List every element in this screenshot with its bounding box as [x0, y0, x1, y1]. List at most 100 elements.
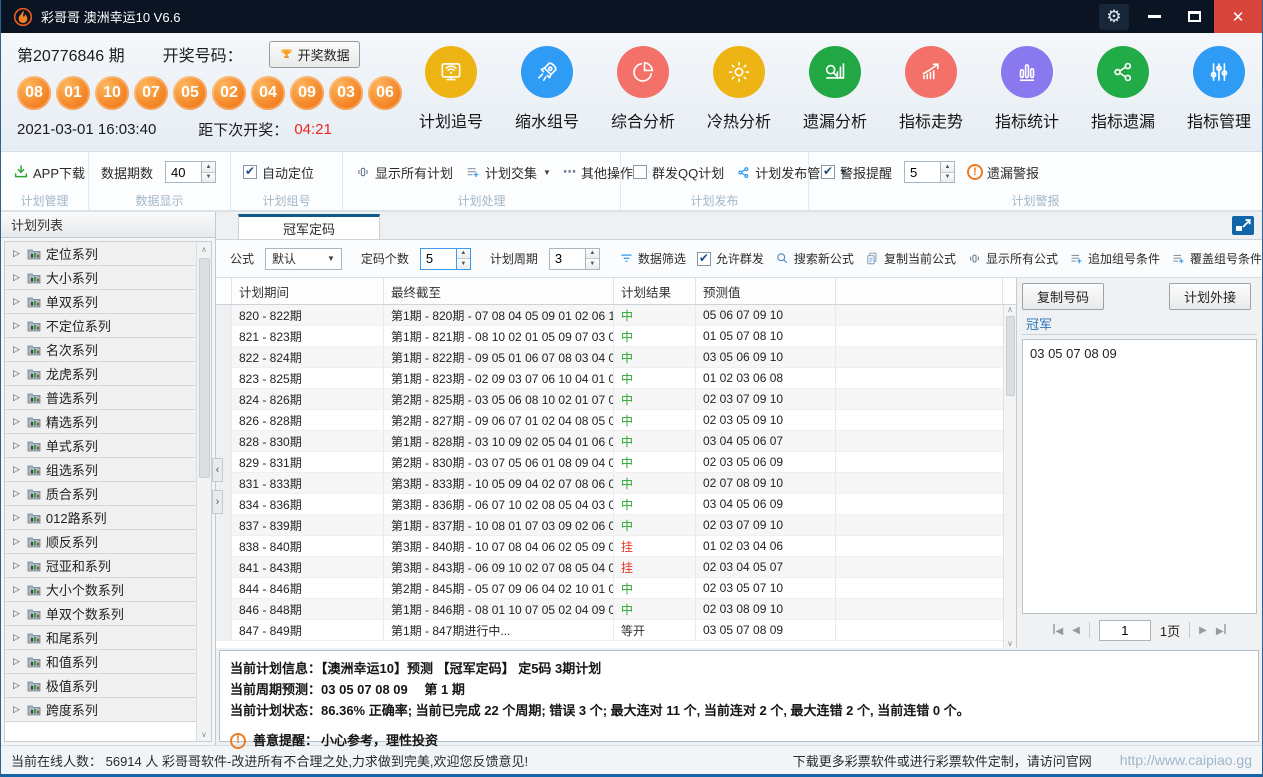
- sidebar-item[interactable]: ▷ 单双系列: [5, 290, 196, 314]
- stepper-down-icon[interactable]: ▼: [586, 259, 599, 269]
- alert-value-stepper[interactable]: ▲▼: [904, 161, 955, 183]
- maximize-button[interactable]: [1174, 0, 1214, 33]
- row-selector[interactable]: [216, 305, 232, 326]
- expand-arrow-icon[interactable]: ▷: [13, 344, 20, 355]
- code-count-input[interactable]: [420, 248, 456, 270]
- scroll-up-icon[interactable]: ∧: [201, 242, 207, 256]
- row-selector[interactable]: [216, 557, 232, 578]
- sidebar-item[interactable]: ▷ 顺反系列: [5, 530, 196, 554]
- table-row[interactable]: 829 - 831期 第2期 - 830期 - 03 07 05 06 01 0…: [216, 452, 1016, 473]
- override-condition-button[interactable]: 覆盖组号条件: [1171, 250, 1262, 267]
- sidebar-item[interactable]: ▷ 冠亚和系列: [5, 554, 196, 578]
- expand-arrow-icon[interactable]: ▷: [13, 560, 20, 571]
- table-scrollbar[interactable]: ∧ ∨: [1003, 305, 1016, 648]
- nav-indicator-missing[interactable]: 指标遗漏: [1075, 39, 1171, 151]
- row-selector[interactable]: [216, 599, 232, 620]
- sidebar-item[interactable]: ▷ 和值系列: [5, 650, 196, 674]
- stepper-up-icon[interactable]: ▲: [586, 249, 599, 260]
- sidebar-item[interactable]: ▷ 012路系列: [5, 506, 196, 530]
- expand-arrow-icon[interactable]: ▷: [13, 248, 20, 259]
- qq-broadcast-checkbox[interactable]: 群发QQ计划: [633, 163, 724, 182]
- expand-arrow-icon[interactable]: ▷: [13, 368, 20, 379]
- sidebar-item[interactable]: ▷ 组选系列: [5, 458, 196, 482]
- data-filter-button[interactable]: 数据筛选: [619, 250, 686, 267]
- row-selector[interactable]: [216, 347, 232, 368]
- plan-external-button[interactable]: 计划外接: [1169, 283, 1251, 310]
- sidebar-item[interactable]: ▷ 单双个数系列: [5, 602, 196, 626]
- expand-arrow-icon[interactable]: ▷: [13, 632, 20, 643]
- expand-arrow-icon[interactable]: ▷: [13, 536, 20, 547]
- nav-shrink-group[interactable]: 缩水组号: [499, 39, 595, 151]
- nav-plan-chase[interactable]: 计划追号: [403, 39, 499, 151]
- copy-numbers-button[interactable]: 复制号码: [1022, 283, 1104, 310]
- app-download-button[interactable]: APP下载: [13, 163, 85, 182]
- table-row[interactable]: 824 - 826期 第2期 - 825期 - 03 05 06 08 10 0…: [216, 389, 1016, 410]
- table-row[interactable]: 826 - 828期 第2期 - 827期 - 09 06 07 01 02 0…: [216, 410, 1016, 431]
- row-selector[interactable]: [216, 620, 232, 641]
- table-row[interactable]: 846 - 848期 第1期 - 846期 - 08 01 10 07 05 0…: [216, 599, 1016, 620]
- table-row[interactable]: 831 - 833期 第3期 - 833期 - 10 05 09 04 02 0…: [216, 473, 1016, 494]
- expand-arrow-icon[interactable]: ▷: [13, 464, 20, 475]
- expand-arrow-icon[interactable]: ▷: [13, 392, 20, 403]
- expand-arrow-icon[interactable]: ▷: [13, 320, 20, 331]
- expand-arrow-icon[interactable]: ▷: [13, 512, 20, 523]
- search-formula-button[interactable]: 搜索新公式: [775, 250, 854, 267]
- nav-hot-cold-analysis[interactable]: 冷热分析: [691, 39, 787, 151]
- missing-alert-button[interactable]: ! 遗漏警报: [967, 163, 1039, 182]
- col-final[interactable]: 最终截至: [384, 278, 614, 304]
- nav-missing-analysis[interactable]: 遗漏分析: [787, 39, 883, 151]
- table-row[interactable]: 841 - 843期 第3期 - 843期 - 06 09 10 02 07 0…: [216, 557, 1016, 578]
- cycle-stepper[interactable]: ▲▼: [549, 248, 600, 270]
- page-last-button[interactable]: ▶: [1216, 624, 1226, 637]
- scroll-down-icon[interactable]: ∨: [1007, 639, 1013, 648]
- page-first-button[interactable]: ◀: [1053, 624, 1063, 637]
- expand-arrow-icon[interactable]: ▷: [13, 656, 20, 667]
- draw-data-button[interactable]: 开奖数据: [269, 41, 360, 68]
- col-predict[interactable]: 预测值: [696, 278, 836, 304]
- col-result[interactable]: 计划结果: [614, 278, 696, 304]
- expand-arrow-icon[interactable]: ▷: [13, 488, 20, 499]
- sidebar-item[interactable]: ▷ 跨度系列: [5, 698, 196, 722]
- row-selector[interactable]: [216, 536, 232, 557]
- page-next-button[interactable]: ▶: [1199, 625, 1207, 636]
- collapse-left-icon[interactable]: ‹: [212, 458, 223, 482]
- expand-arrow-icon[interactable]: ▷: [13, 680, 20, 691]
- table-row[interactable]: 828 - 830期 第1期 - 828期 - 03 10 09 02 05 0…: [216, 431, 1016, 452]
- nav-indicator-trend[interactable]: 指标走势: [883, 39, 979, 151]
- row-selector[interactable]: [216, 515, 232, 536]
- table-row[interactable]: 821 - 823期 第1期 - 821期 - 08 10 02 01 05 0…: [216, 326, 1016, 347]
- sidebar-item[interactable]: ▷ 质合系列: [5, 482, 196, 506]
- tab-champion-code[interactable]: 冠军定码: [238, 214, 380, 239]
- table-row[interactable]: 823 - 825期 第1期 - 823期 - 02 09 03 07 06 1…: [216, 368, 1016, 389]
- predicted-numbers-textbox[interactable]: 03 05 07 08 09: [1022, 339, 1257, 614]
- sidebar-item[interactable]: ▷ 大小个数系列: [5, 578, 196, 602]
- show-all-formulas-button[interactable]: 显示所有公式: [967, 250, 1058, 267]
- alert-remind-checkbox[interactable]: 警报提醒: [821, 163, 892, 182]
- stepper-down-icon[interactable]: ▼: [457, 259, 470, 269]
- append-condition-button[interactable]: 追加组号条件: [1069, 250, 1160, 267]
- sidebar-item[interactable]: ▷ 单式系列: [5, 434, 196, 458]
- sidebar-item[interactable]: ▷ 精选系列: [5, 410, 196, 434]
- row-selector[interactable]: [216, 368, 232, 389]
- row-selector[interactable]: [216, 578, 232, 599]
- row-selector[interactable]: [216, 326, 232, 347]
- table-row[interactable]: 834 - 836期 第3期 - 836期 - 06 07 10 02 08 0…: [216, 494, 1016, 515]
- stepper-up-icon[interactable]: ▲: [941, 162, 954, 173]
- scroll-up-icon[interactable]: ∧: [1007, 305, 1013, 314]
- scrollbar-thumb[interactable]: [199, 258, 210, 478]
- settings-button[interactable]: ⚙: [1094, 0, 1134, 33]
- nav-indicator-stats[interactable]: 指标统计: [979, 39, 1075, 151]
- data-periods-input[interactable]: [165, 161, 201, 183]
- cycle-input[interactable]: [549, 248, 585, 270]
- page-number-input[interactable]: [1099, 620, 1151, 641]
- data-periods-stepper[interactable]: ▲▼: [165, 161, 216, 183]
- show-all-plans-button[interactable]: 显示所有计划: [355, 163, 453, 182]
- row-selector[interactable]: [216, 389, 232, 410]
- plan-intersection-button[interactable]: 计划交集 ▼: [465, 163, 551, 182]
- formula-select[interactable]: 默认 ▼: [265, 248, 342, 270]
- sidebar-item[interactable]: ▷ 不定位系列: [5, 314, 196, 338]
- row-selector[interactable]: [216, 410, 232, 431]
- scrollbar-thumb[interactable]: [1006, 316, 1015, 396]
- table-row[interactable]: 837 - 839期 第1期 - 837期 - 10 08 01 07 03 0…: [216, 515, 1016, 536]
- sidebar-item[interactable]: ▷ 名次系列: [5, 338, 196, 362]
